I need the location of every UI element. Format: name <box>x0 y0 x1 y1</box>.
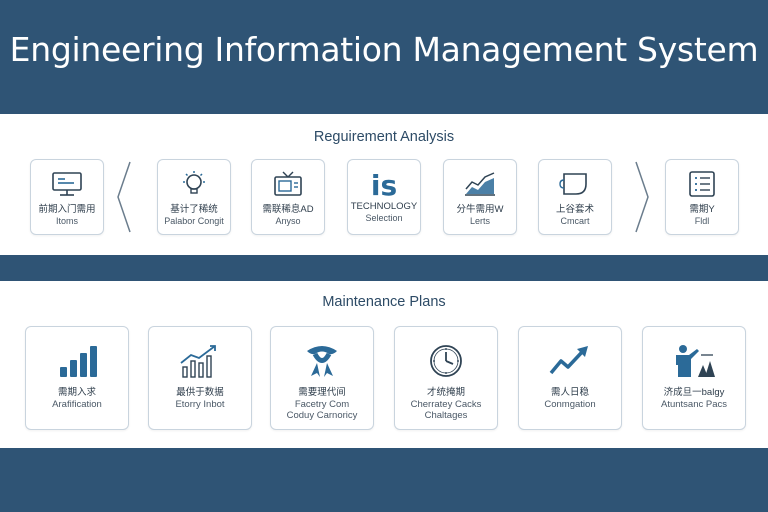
card-label-secondary: Lerts <box>469 216 490 226</box>
area-chart-icon <box>465 172 495 196</box>
requirement-card-problem[interactable]: 基计了稀统 Palabor Congit <box>157 159 231 235</box>
tv-icon <box>274 171 302 196</box>
card-label-primary: TECHNOLOGY <box>350 201 418 212</box>
clock-icon <box>430 345 462 377</box>
requirement-card-items[interactable]: 前期入门需用 Itoms <box>30 159 104 235</box>
card-label-secondary: Selection <box>365 213 403 223</box>
section-divider <box>0 255 768 281</box>
card-label-primary: 前期入门需用 <box>38 204 96 215</box>
requirement-card-technology[interactable]: is TECHNOLOGY Selection <box>347 159 421 235</box>
requirement-card-final[interactable]: 需期Y Fldl <box>665 159 739 235</box>
maintenance-card-factory[interactable]: 需要理代间 Facetry Com Coduy Carnoricy <box>270 326 374 430</box>
maintenance-card-classification[interactable]: 需期入求 Arafification <box>25 326 129 430</box>
card-label-secondary: Cmcart <box>560 216 590 226</box>
header-bar: Engineering Information Management Syste… <box>0 0 768 112</box>
card-label-primary: 才统掩期 <box>426 387 465 398</box>
trend-arrow-icon <box>549 346 588 375</box>
card-label-primary: 基计了稀统 <box>170 204 218 215</box>
maintenance-card-plans[interactable]: 济成旦一balgy Atuntsanc Pacs <box>642 326 746 430</box>
monitor-icon <box>52 172 82 196</box>
chevron-left-icon[interactable] <box>114 160 134 234</box>
card-label-secondary: Conmgation <box>544 399 596 410</box>
requirements-title: Reguirement Analysis <box>313 129 455 145</box>
card-label-primary: 需联稀息AD <box>262 204 314 215</box>
card-label-primary: 需人日稳 <box>550 387 589 398</box>
card-label-secondary: Cherratey Cacks Chaltages <box>410 399 482 421</box>
document-icon <box>559 173 587 195</box>
lightbulb-icon <box>183 171 205 194</box>
card-label-primary: 需期入求 <box>57 387 96 398</box>
maintenance-title: Maintenance Plans <box>322 294 446 310</box>
chevron-right-icon[interactable] <box>632 160 652 234</box>
presenter-icon <box>676 345 715 377</box>
card-label-secondary: Fldl <box>694 216 710 226</box>
maintenance-card-inventory[interactable]: 最供于数据 Etorry Inbot <box>148 326 252 430</box>
requirement-card-lerts[interactable]: 分牛需用W Lerts <box>443 159 517 235</box>
card-label-secondary: Atuntsanc Pacs <box>660 399 727 410</box>
card-label-primary: 分牛需用W <box>456 204 504 215</box>
maintenance-card-changes[interactable]: 才统掩期 Cherratey Cacks Chaltages <box>394 326 498 430</box>
card-label-primary: 最供于数据 <box>176 387 224 398</box>
page-title: Engineering Information Management Syste… <box>9 30 759 69</box>
card-label-primary: 上谷套术 <box>555 204 594 215</box>
ribbon-icon <box>307 346 337 377</box>
card-label-secondary: Etorry Inbot <box>175 399 225 410</box>
card-label-primary: 济成旦一balgy <box>663 387 725 398</box>
checklist-icon <box>689 171 715 197</box>
is-text-icon: is <box>371 170 397 198</box>
footer-bar <box>0 448 768 512</box>
card-label-secondary: Itoms <box>55 216 78 226</box>
card-label-secondary: Anyso <box>275 216 301 226</box>
maintenance-section: Maintenance Plans 需期入求 Arafification 最供于… <box>0 281 768 448</box>
requirement-card-analysis[interactable]: 需联稀息AD Anyso <box>251 159 325 235</box>
requirements-section: Reguirement Analysis 前期入门需用 Itoms 基计了稀统 … <box>0 114 768 255</box>
maintenance-card-configuration[interactable]: 需人日稳 Conmgation <box>518 326 622 430</box>
requirement-card-contract[interactable]: 上谷套术 Cmcart <box>538 159 612 235</box>
growth-chart-icon <box>180 345 216 378</box>
card-label-secondary: Facetry Com Coduy Carnoricy <box>286 399 358 421</box>
card-label-secondary: Palabor Congit <box>164 216 224 226</box>
card-label-secondary: Arafification <box>52 399 102 410</box>
card-label-primary: 需要理代间 <box>298 387 346 398</box>
bar-chart-icon <box>60 346 97 377</box>
card-label-primary: 需期Y <box>689 204 715 215</box>
svg-text:is: is <box>371 170 397 198</box>
